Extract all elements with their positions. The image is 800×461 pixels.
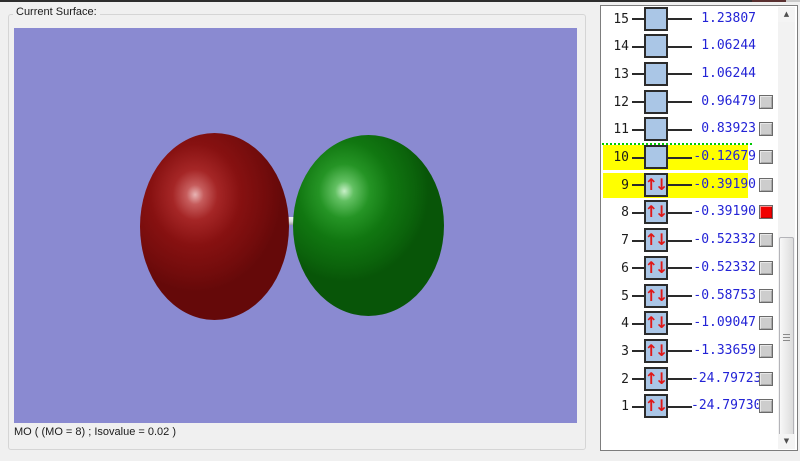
orbital-energy-value: 1.23807 bbox=[701, 10, 756, 26]
orbital-number: 13 bbox=[613, 66, 629, 82]
orbital-energy-value: -24.79730 bbox=[691, 398, 762, 414]
electron-pair-icon[interactable]: ↑↓ bbox=[644, 366, 668, 391]
orbital-number: 8 bbox=[621, 205, 629, 221]
orbital-row-8[interactable]: 8 ↑↓ -0.39190 bbox=[601, 199, 777, 226]
orbital-energy-value: -1.33659 bbox=[693, 342, 756, 358]
orbital-number: 3 bbox=[621, 343, 629, 359]
electron-pair-icon[interactable]: ↑↓ bbox=[644, 172, 668, 197]
electron-pair-icon[interactable]: ↑↓ bbox=[644, 283, 668, 308]
orbital-energy-value: 0.96479 bbox=[701, 93, 756, 109]
orbital-number: 11 bbox=[613, 122, 629, 138]
electron-pair-icon[interactable]: ↑↓ bbox=[644, 200, 668, 225]
orbital-energy-list: 15 1.23807 14 1.06244 13 1.06244 12 0.96479 11 0.… bbox=[600, 5, 798, 451]
orbital-energy-value: -0.58753 bbox=[693, 287, 756, 303]
orbital-energy-value: -1.09047 bbox=[693, 315, 756, 331]
mo-3d-viewport[interactable] bbox=[14, 28, 577, 423]
scrollbar-grip-icon bbox=[783, 334, 790, 341]
window-top-edge-accent bbox=[752, 0, 786, 2]
display-checkbox[interactable] bbox=[759, 316, 773, 331]
orbital-row-2[interactable]: 2 ↑↓ -24.79723 bbox=[601, 366, 777, 393]
orbital-number: 12 bbox=[613, 94, 629, 110]
electron-pair-icon[interactable]: ↑↓ bbox=[644, 228, 668, 253]
orbital-number: 4 bbox=[621, 316, 629, 332]
orbital-energy-value: -0.52332 bbox=[693, 232, 756, 248]
orbital-number: 2 bbox=[621, 371, 629, 387]
display-checkbox[interactable] bbox=[759, 94, 773, 109]
orbital-row-1[interactable]: 1 ↑↓ -24.79730 bbox=[601, 393, 777, 420]
orbital-energy-value: -0.12679 bbox=[693, 149, 756, 164]
empty-orbital-icon[interactable] bbox=[644, 34, 668, 59]
orbital-row-5[interactable]: 5 ↑↓ -0.58753 bbox=[601, 283, 777, 310]
orbital-number: 5 bbox=[621, 288, 629, 304]
mo-lobe-negative-icon bbox=[140, 133, 289, 320]
electron-pair-icon[interactable]: ↑↓ bbox=[644, 311, 668, 336]
empty-orbital-icon[interactable] bbox=[644, 6, 668, 31]
mo-viewer-window: Current Surface: MO ( (MO = 8) ; Isovalu… bbox=[0, 0, 800, 461]
orbital-row-4[interactable]: 4 ↑↓ -1.09047 bbox=[601, 310, 777, 337]
orbital-row-10[interactable]: 10 -0.12679 bbox=[601, 144, 777, 171]
orbital-row-3[interactable]: 3 ↑↓ -1.33659 bbox=[601, 338, 777, 365]
mo-lobe-positive-icon bbox=[293, 135, 444, 316]
current-surface-label: Current Surface: bbox=[13, 6, 100, 18]
orbital-row-6[interactable]: 6 ↑↓ -0.52332 bbox=[601, 255, 777, 282]
scrollbar-thumb[interactable] bbox=[779, 237, 794, 439]
window-top-edge bbox=[0, 0, 800, 2]
display-checkbox[interactable] bbox=[759, 371, 773, 386]
orbital-number: 7 bbox=[621, 233, 629, 249]
orbital-number: 15 bbox=[613, 11, 629, 27]
orbital-energy-value: 0.83923 bbox=[701, 121, 756, 137]
display-checkbox[interactable] bbox=[759, 343, 773, 358]
display-checkbox[interactable] bbox=[759, 205, 773, 220]
display-checkbox[interactable] bbox=[759, 288, 773, 303]
window-top-edge-corner bbox=[786, 0, 800, 2]
energy-zero-separator bbox=[602, 142, 752, 145]
orbital-energy-value: 1.06244 bbox=[701, 65, 756, 81]
empty-orbital-icon[interactable] bbox=[644, 89, 668, 114]
orbital-row-15[interactable]: 15 1.23807 bbox=[601, 6, 777, 33]
orbital-row-7[interactable]: 7 ↑↓ -0.52332 bbox=[601, 227, 777, 254]
vertical-scrollbar[interactable]: ▲ ▼ bbox=[778, 7, 795, 449]
empty-orbital-icon[interactable] bbox=[644, 117, 668, 142]
electron-pair-icon[interactable]: ↑↓ bbox=[644, 394, 668, 419]
orbital-energy-value: -0.39190 bbox=[693, 176, 756, 192]
display-checkbox[interactable] bbox=[759, 233, 773, 248]
orbital-number: 9 bbox=[621, 177, 629, 193]
orbital-number: 14 bbox=[613, 39, 629, 55]
display-checkbox[interactable] bbox=[759, 122, 773, 137]
orbital-row-14[interactable]: 14 1.06244 bbox=[601, 33, 777, 60]
orbital-number: 10 bbox=[613, 150, 629, 165]
display-checkbox[interactable] bbox=[759, 150, 773, 164]
display-checkbox[interactable] bbox=[759, 399, 773, 414]
orbital-row-13[interactable]: 13 1.06244 bbox=[601, 61, 777, 88]
orbital-row-11[interactable]: 11 0.83923 bbox=[601, 116, 777, 143]
orbital-row-12[interactable]: 12 0.96479 bbox=[601, 89, 777, 116]
orbital-number: 1 bbox=[621, 399, 629, 415]
scroll-down-icon[interactable]: ▼ bbox=[778, 434, 795, 449]
display-checkbox[interactable] bbox=[759, 260, 773, 275]
orbital-row-9[interactable]: 9 ↑↓ -0.39190 bbox=[601, 172, 777, 199]
empty-orbital-icon[interactable] bbox=[644, 145, 668, 169]
orbital-energy-value: -0.52332 bbox=[693, 259, 756, 275]
surface-caption: MO ( (MO = 8) ; Isovalue = 0.02 ) bbox=[14, 426, 176, 438]
orbital-energy-value: -24.79723 bbox=[691, 370, 762, 386]
scroll-up-icon[interactable]: ▲ bbox=[778, 7, 795, 22]
orbital-energy-value: 1.06244 bbox=[701, 38, 756, 54]
orbital-energy-value: -0.39190 bbox=[693, 204, 756, 220]
display-checkbox[interactable] bbox=[759, 177, 773, 192]
electron-pair-icon[interactable]: ↑↓ bbox=[644, 255, 668, 280]
empty-orbital-icon[interactable] bbox=[644, 61, 668, 86]
electron-pair-icon[interactable]: ↑↓ bbox=[644, 338, 668, 363]
orbital-number: 6 bbox=[621, 260, 629, 276]
